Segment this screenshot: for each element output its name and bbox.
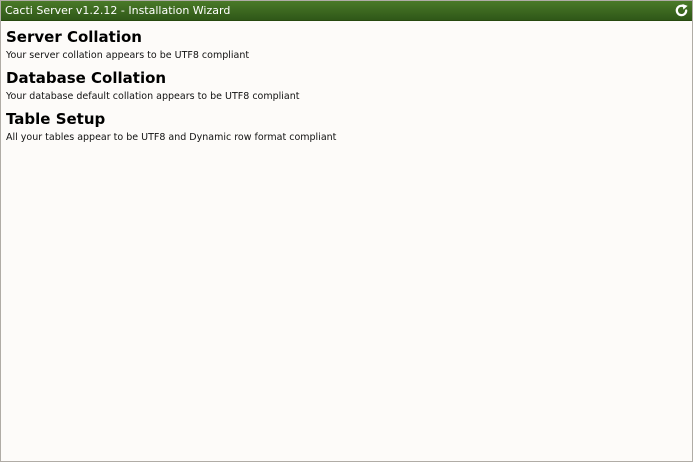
installation-wizard-window: Cacti Server v1.2.12 - Installation Wiza… [0, 0, 693, 462]
server-collation-message: Your server collation appears to be UTF8… [6, 50, 250, 61]
table-setup-message: All your tables appear to be UTF8 and Dy… [6, 132, 337, 143]
window-titlebar: Cacti Server v1.2.12 - Installation Wiza… [1, 1, 692, 21]
server-collation-heading: Server Collation [6, 28, 142, 46]
database-collation-heading: Database Collation [6, 69, 167, 87]
refresh-icon[interactable] [674, 3, 689, 18]
wizard-content: Server Collation Your server collation a… [1, 21, 692, 145]
window-title: Cacti Server v1.2.12 - Installation Wiza… [5, 4, 231, 17]
table-setup-heading: Table Setup [6, 110, 106, 128]
database-collation-message: Your database default collation appears … [6, 91, 300, 102]
